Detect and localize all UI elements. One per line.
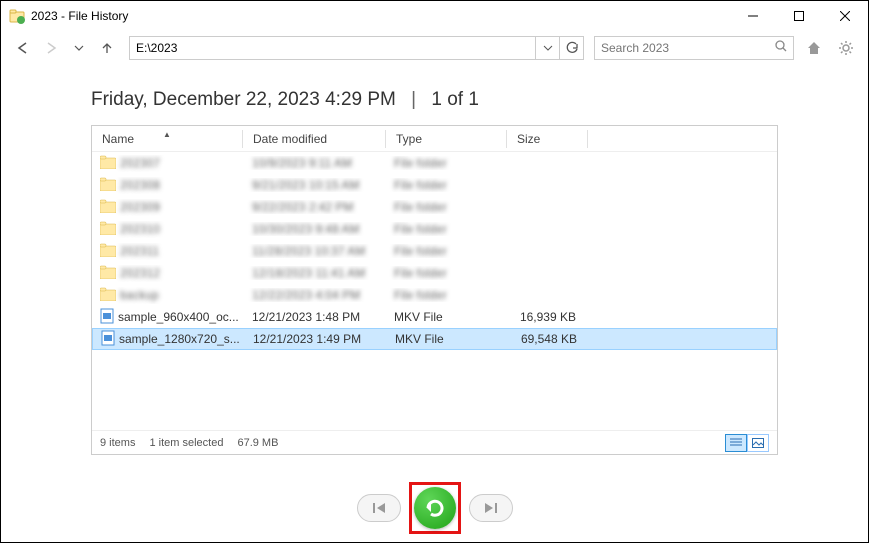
file-date: 11/28/2023 10:37 AM	[242, 244, 384, 258]
gear-icon[interactable]	[834, 36, 858, 60]
file-date: 12/18/2023 11:41 AM	[242, 266, 384, 280]
folder-icon	[100, 243, 116, 260]
file-type: MKV File	[384, 310, 504, 324]
version-header: Friday, December 22, 2023 4:29 PM | 1 of…	[1, 65, 868, 125]
column-size[interactable]: Size	[507, 132, 587, 146]
previous-version-button[interactable]	[357, 494, 401, 522]
sort-ascending-icon: ▲	[163, 130, 171, 139]
file-name: 202312	[120, 266, 160, 280]
version-position: 1 of 1	[431, 89, 479, 110]
file-name: 202311	[120, 244, 159, 258]
file-size: 16,939 KB	[504, 310, 584, 324]
file-type: File folder	[384, 222, 504, 236]
address-dropdown-icon[interactable]	[535, 37, 559, 59]
file-name: sample_1280x720_s...	[119, 332, 240, 346]
address-bar[interactable]	[129, 36, 584, 60]
window-title: 2023 - File History	[31, 9, 730, 23]
table-row[interactable]: 202308 9/21/2023 10:15 AMFile folder	[92, 174, 777, 196]
folder-icon	[100, 155, 116, 172]
column-name[interactable]: ▲ Name	[92, 132, 242, 146]
search-icon	[775, 39, 787, 57]
file-name: 202307	[120, 156, 160, 170]
file-name: 202309	[120, 200, 160, 214]
table-row[interactable]: 202311 11/28/2023 10:37 AMFile folder	[92, 240, 777, 262]
table-row[interactable]: backup 12/22/2023 4:04 PMFile folder	[92, 284, 777, 306]
search-box[interactable]	[594, 36, 794, 60]
back-button[interactable]	[11, 36, 35, 60]
file-date: 9/21/2023 10:15 AM	[242, 178, 384, 192]
file-name: 202310	[120, 222, 160, 236]
window-buttons	[730, 1, 868, 31]
history-dropdown-icon[interactable]	[67, 36, 91, 60]
restore-highlight	[409, 482, 461, 534]
file-date: 12/22/2023 4:04 PM	[242, 288, 384, 302]
playback-controls	[1, 482, 868, 534]
file-name: sample_960x400_oc...	[118, 310, 239, 324]
version-datetime: Friday, December 22, 2023 4:29 PM	[91, 89, 396, 110]
file-date: 10/9/2023 9:11 AM	[242, 156, 384, 170]
status-size: 67.9 MB	[237, 437, 278, 449]
home-icon[interactable]	[802, 36, 826, 60]
address-input[interactable]	[130, 41, 535, 55]
file-type: File folder	[384, 266, 504, 280]
table-row[interactable]: sample_1280x720_s...12/21/2023 1:49 PMMK…	[92, 328, 777, 350]
folder-icon	[100, 199, 116, 216]
file-list-panel: ▲ Name Date modified Type Size 202307 10/…	[91, 125, 778, 455]
header-separator: |	[411, 89, 416, 110]
table-row[interactable]: 202309 9/22/2023 2:42 PMFile folder	[92, 196, 777, 218]
minimize-button[interactable]	[730, 1, 776, 31]
column-type[interactable]: Type	[386, 132, 506, 146]
file-name: 202308	[120, 178, 160, 192]
table-row[interactable]: 202307 10/9/2023 9:11 AMFile folder	[92, 152, 777, 174]
file-type: File folder	[384, 200, 504, 214]
file-type: File folder	[384, 156, 504, 170]
status-selected: 1 item selected	[149, 437, 223, 449]
column-headers: ▲ Name Date modified Type Size	[92, 126, 777, 152]
folder-icon	[100, 287, 116, 304]
file-date: 10/30/2023 9:48 AM	[242, 222, 384, 236]
file-type: File folder	[384, 244, 504, 258]
file-name: backup	[120, 288, 159, 302]
file-type: MKV File	[385, 332, 505, 346]
status-item-count: 9 items	[100, 437, 135, 449]
folder-icon	[100, 177, 116, 194]
search-input[interactable]	[601, 41, 775, 55]
close-button[interactable]	[822, 1, 868, 31]
table-row[interactable]: 202312 12/18/2023 11:41 AMFile folder	[92, 262, 777, 284]
file-type: File folder	[384, 178, 504, 192]
file-date: 12/21/2023 1:49 PM	[243, 332, 385, 346]
folder-icon	[100, 221, 116, 238]
maximize-button[interactable]	[776, 1, 822, 31]
file-rows: 20230710/9/2023 9:11 AMFile folder202308…	[92, 152, 777, 430]
table-row[interactable]: 202310 10/30/2023 9:48 AMFile folder	[92, 218, 777, 240]
up-button[interactable]	[95, 36, 119, 60]
folder-icon	[100, 265, 116, 282]
refresh-icon[interactable]	[559, 37, 583, 59]
file-size: 69,548 KB	[505, 332, 585, 346]
status-bar: 9 items 1 item selected 67.9 MB	[92, 430, 777, 454]
view-details-icon[interactable]	[725, 434, 747, 452]
view-thumbnails-icon[interactable]	[747, 434, 769, 452]
file-type: File folder	[384, 288, 504, 302]
table-row[interactable]: sample_960x400_oc...12/21/2023 1:48 PMMK…	[92, 306, 777, 328]
file-icon	[100, 308, 114, 327]
file-date: 9/22/2023 2:42 PM	[242, 200, 384, 214]
file-icon	[101, 330, 115, 349]
title-bar: 2023 - File History	[1, 1, 868, 31]
navigation-bar	[1, 31, 868, 65]
file-history-icon	[9, 8, 25, 24]
restore-icon	[422, 495, 448, 521]
column-date[interactable]: Date modified	[243, 132, 385, 146]
forward-button[interactable]	[39, 36, 63, 60]
file-date: 12/21/2023 1:48 PM	[242, 310, 384, 324]
restore-button[interactable]	[414, 487, 456, 529]
next-version-button[interactable]	[469, 494, 513, 522]
